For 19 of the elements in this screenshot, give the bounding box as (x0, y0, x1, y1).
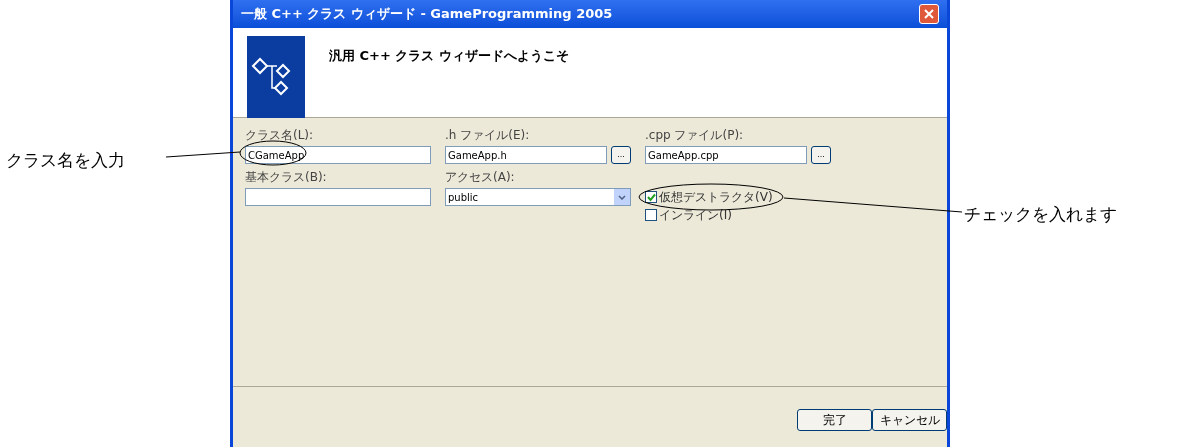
dialog-button[interactable]: キャンセル (872, 409, 947, 431)
checkbox-label: インライン(I) (659, 208, 732, 222)
input-field[interactable]: GameApp.cpp (645, 146, 807, 164)
annotation-label: チェックを入れます (964, 203, 1117, 226)
browse-button[interactable]: ... (811, 146, 831, 164)
checkbox-label: 仮想デストラクタ(V) (659, 190, 773, 204)
header-text: 汎用 C++ クラス ウィザードへようこそ (329, 47, 569, 65)
field-label: クラス名(L): (245, 128, 315, 142)
browse-button[interactable]: ... (611, 146, 631, 164)
field-label: .cpp ファイル(P): (645, 128, 745, 142)
input-field[interactable]: CGameApp (245, 146, 431, 164)
annotation-label: クラス名を入力 (6, 149, 125, 172)
dropdown[interactable]: public (445, 188, 631, 206)
field-label: 基本クラス(B): (245, 170, 328, 184)
field-label: .h ファイル(E): (445, 128, 531, 142)
window-title: 一般 C++ クラス ウィザード - GameProgramming 2005 (241, 5, 613, 24)
input-field[interactable]: GameApp.h (445, 146, 607, 164)
field-label: アクセス(A): (445, 170, 516, 184)
dialog-button[interactable]: 完了 (797, 409, 872, 431)
